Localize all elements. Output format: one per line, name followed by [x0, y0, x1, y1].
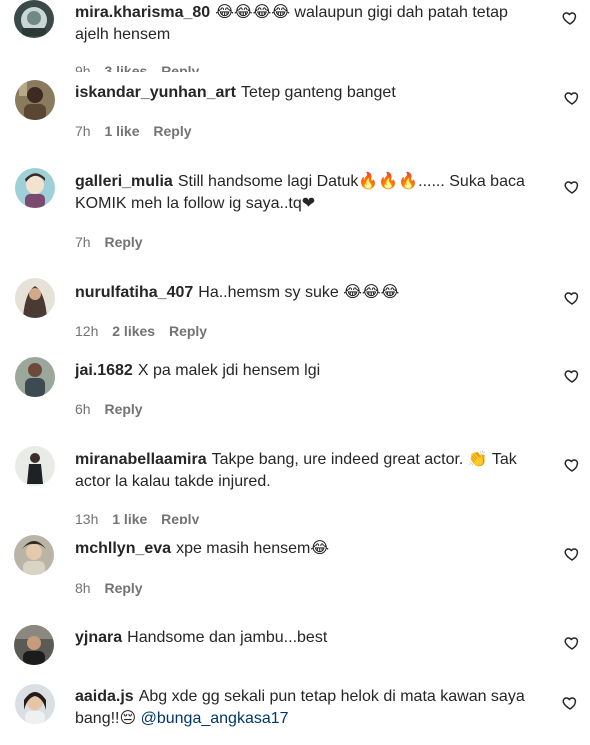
heart-icon[interactable]: [564, 368, 580, 384]
comment-time: 7h: [75, 123, 91, 139]
comment-time: 13h: [75, 511, 99, 524]
comment-text: jai.1682 X pa malek jdi hensem lgi: [75, 360, 545, 382]
avatar[interactable]: [15, 80, 55, 120]
mention-link[interactable]: @bunga_angkasa17: [141, 710, 289, 727]
comment-body: xpe masih hensem😂: [176, 540, 330, 557]
comment-text: mira.kharisma_80 😂😂😂😂 walaupun gigi dah p…: [75, 2, 535, 46]
comment-meta: 13h 1 like Reply: [75, 510, 209, 524]
comment-time: 9h: [75, 63, 91, 72]
reply-button[interactable]: Reply: [169, 322, 207, 340]
reply-button[interactable]: Reply: [161, 510, 199, 524]
comment-username[interactable]: yjnara: [75, 629, 122, 646]
comment-meta-clip: 13h 1 like Reply: [75, 510, 375, 524]
reply-button[interactable]: Reply: [104, 233, 142, 251]
comment-username[interactable]: nurulfatiha_407: [75, 284, 193, 301]
avatar[interactable]: [15, 278, 55, 318]
comment-body: Tetep ganteng banget: [240, 84, 396, 101]
comment-text: mchllyn_eva xpe masih hensem😂: [75, 538, 545, 560]
comment-username[interactable]: iskandar_yunhan_art: [75, 84, 236, 101]
reply-button[interactable]: Reply: [153, 122, 191, 140]
comment-time: 8h: [75, 580, 91, 596]
avatar[interactable]: [15, 168, 55, 208]
comment-meta: 7h Reply: [75, 233, 153, 251]
comment-body: Ha..hemsm sy suke 😂😂😂: [198, 284, 400, 301]
comment-meta-clip: 9h 3 likes Reply: [75, 62, 375, 72]
comment-text: iskandar_yunhan_art Tetep ganteng banget: [75, 82, 545, 104]
comment-likes[interactable]: 2 likes: [112, 322, 155, 340]
avatar[interactable]: [14, 0, 54, 38]
avatar[interactable]: [14, 625, 54, 665]
comment-likes[interactable]: 1 like: [104, 122, 139, 140]
heart-icon[interactable]: [564, 90, 580, 106]
heart-icon[interactable]: [562, 695, 578, 711]
comment-meta: 9h 3 likes Reply: [75, 62, 209, 72]
avatar[interactable]: [15, 684, 55, 724]
comment-meta: 12h 2 likes Reply: [75, 322, 217, 340]
comment-text: aaida.js Abg xde gg sekali pun tetap helo…: [75, 686, 545, 730]
comment-meta: 8h Reply: [75, 579, 153, 597]
avatar[interactable]: [15, 446, 55, 486]
comment-body: X pa malek jdi hensem lgi: [137, 362, 321, 379]
heart-icon[interactable]: [564, 635, 580, 651]
avatar[interactable]: [15, 357, 55, 397]
comment-likes[interactable]: 1 like: [112, 510, 147, 524]
reply-button[interactable]: Reply: [104, 579, 142, 597]
comment-text: nurulfatiha_407 Ha..hemsm sy suke 😂😂😂: [75, 282, 545, 304]
avatar[interactable]: [14, 535, 54, 575]
reply-button[interactable]: Reply: [161, 62, 199, 72]
reply-button[interactable]: Reply: [104, 400, 142, 418]
comment-meta: 6h Reply: [75, 400, 153, 418]
comment-text: miranabellaamira Takpe bang, ure indeed g…: [75, 449, 545, 493]
comment-username[interactable]: miranabellaamira: [75, 451, 207, 468]
heart-icon[interactable]: [564, 457, 580, 473]
comment-body: Handsome dan jambu...best: [127, 629, 328, 646]
heart-icon[interactable]: [564, 179, 580, 195]
comment-text: yjnara Handsome dan jambu...best: [75, 627, 545, 649]
heart-icon[interactable]: [564, 290, 580, 306]
heart-icon[interactable]: [564, 546, 580, 562]
comment-time: 12h: [75, 323, 99, 339]
comment-username[interactable]: mira.kharisma_80: [75, 4, 210, 21]
comment-likes[interactable]: 3 likes: [104, 62, 147, 72]
comment-username[interactable]: mchllyn_eva: [75, 540, 171, 557]
comment-meta: 7h 1 like Reply: [75, 122, 202, 140]
comment-time: 7h: [75, 234, 91, 250]
comment-time: 6h: [75, 401, 91, 417]
comment-username[interactable]: jai.1682: [75, 362, 133, 379]
comment-username[interactable]: aaida.js: [75, 688, 134, 705]
comment-text: galleri_mulia Still handsome lagi Datuk🔥🔥…: [75, 171, 545, 215]
comment-username[interactable]: galleri_mulia: [75, 173, 173, 190]
heart-icon[interactable]: [562, 10, 578, 26]
